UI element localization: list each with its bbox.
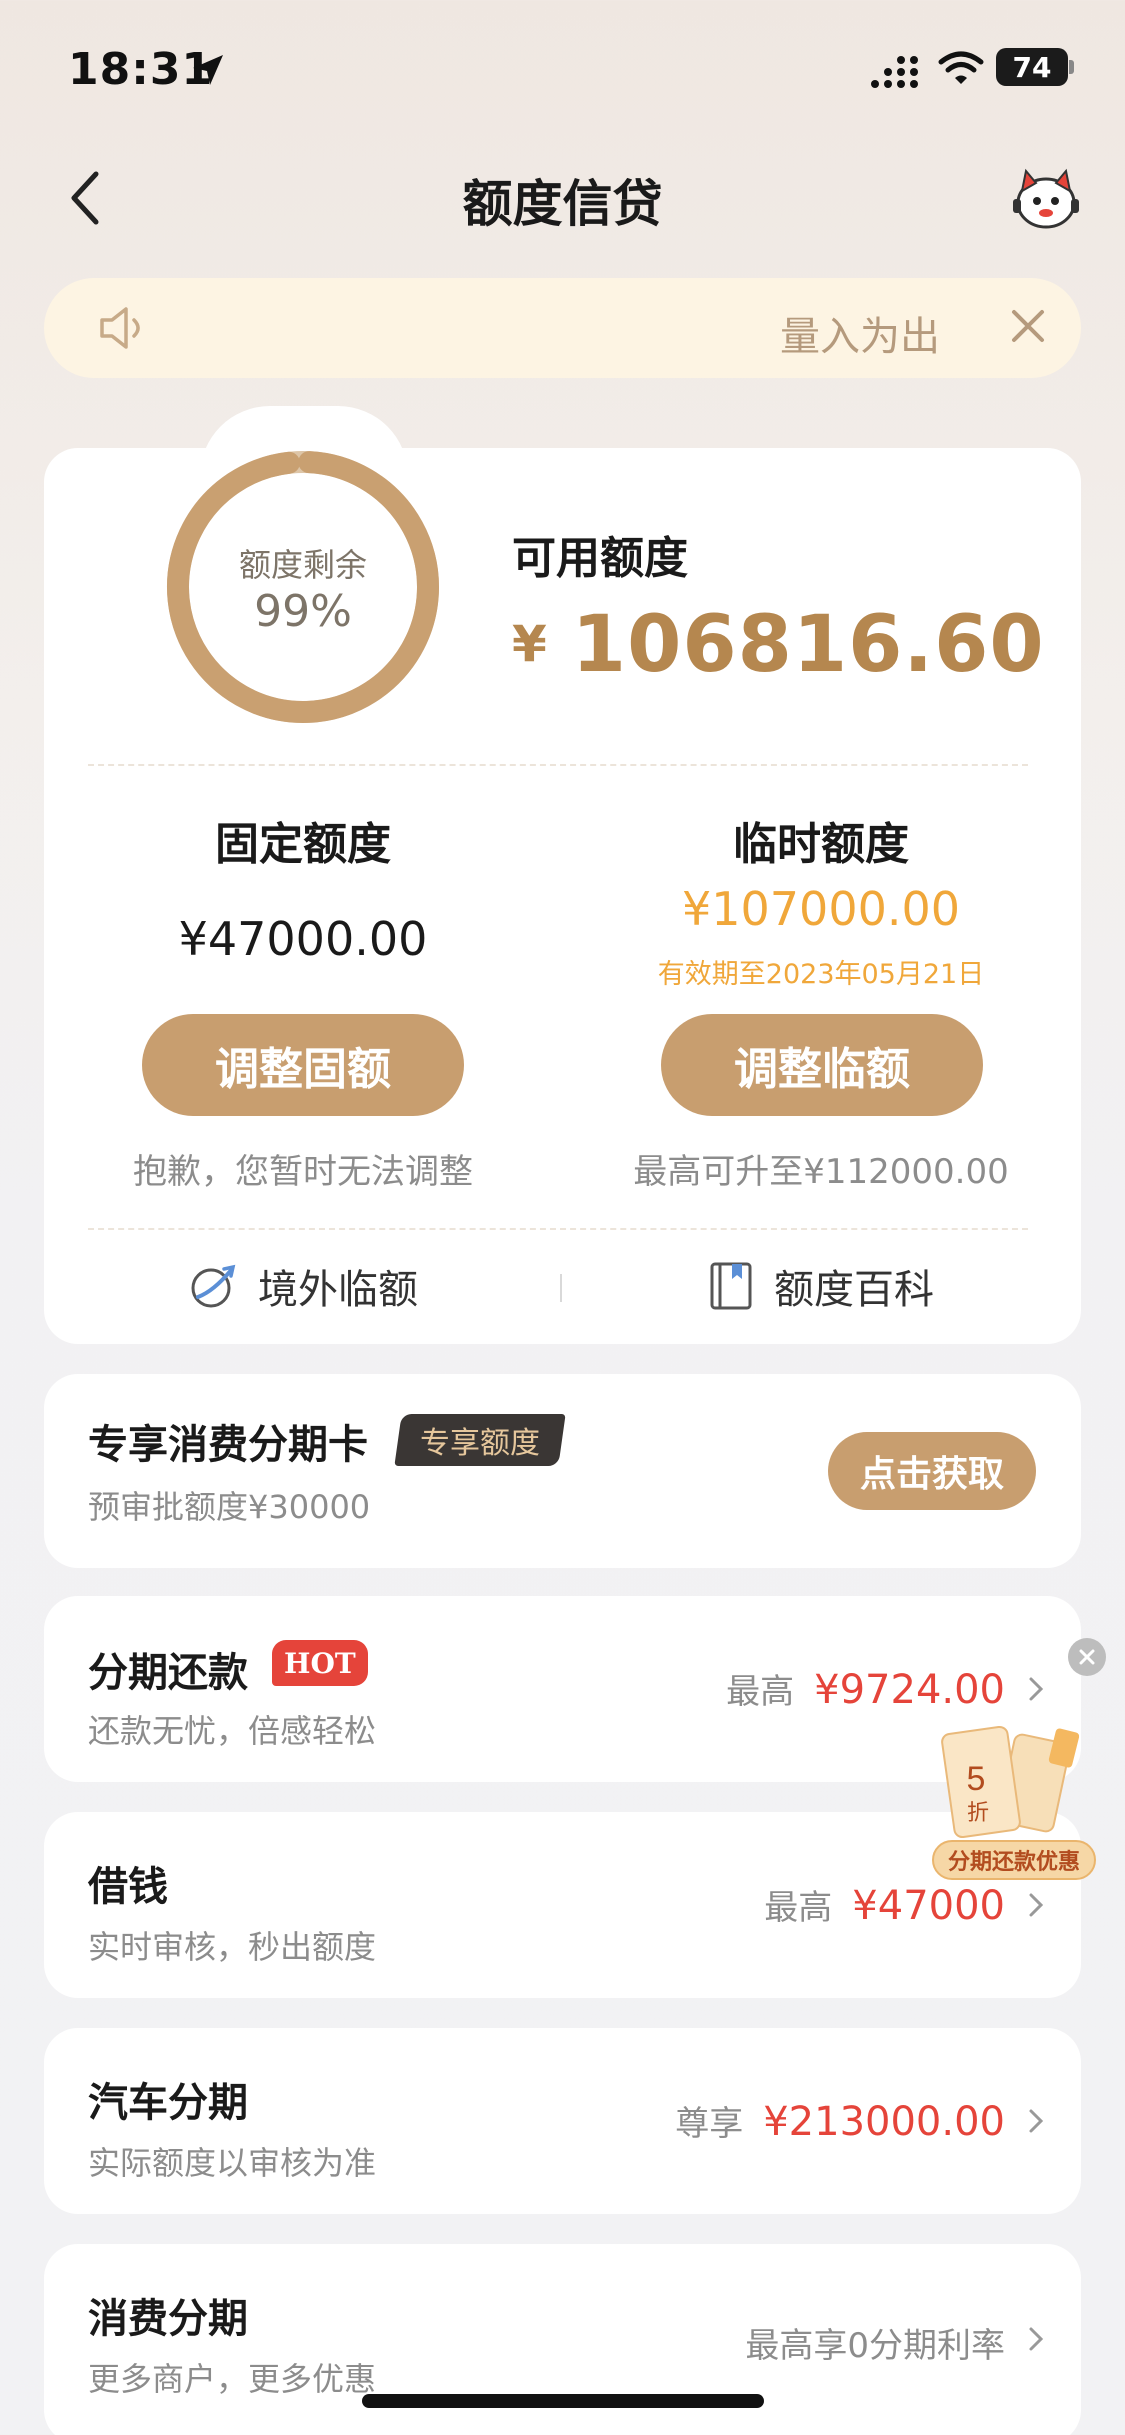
discount-coupon-icon[interactable]: 5 折: [936, 1724, 1086, 1844]
close-icon: [1079, 1649, 1095, 1665]
credit-wiki-link[interactable]: 额度百科: [708, 1256, 934, 1316]
temp-credit-note: 最高可升至¥112000.00: [633, 1152, 1009, 1192]
home-indicator: [362, 2394, 764, 2408]
notice-text: 量入为出: [780, 314, 940, 360]
divider: [88, 764, 1028, 766]
list-item-title: 借钱: [88, 1864, 168, 1910]
list-item-subtitle: 还款无忧，倍感轻松: [88, 1712, 377, 1750]
customer-service-mascot-icon[interactable]: [1010, 165, 1082, 231]
location-arrow-icon: [193, 55, 223, 85]
temp-credit-title: 临时额度: [733, 819, 909, 870]
installment-card-subtitle: 预审批额度¥30000: [88, 1488, 371, 1526]
temp-credit-validity: 有效期至2023年05月21日: [657, 959, 985, 990]
battery-indicator: 74: [996, 48, 1068, 86]
book-icon: [710, 1262, 752, 1310]
remaining-label: 额度剩余: [238, 546, 367, 584]
list-item-subtitle: 实际额度以审核为准: [88, 2144, 377, 2182]
list-item-prefix: 最高享0分期利率: [745, 2326, 1005, 2366]
chevron-right-icon: [1029, 2327, 1044, 2351]
list-item-value-group: 最高享0分期利率: [745, 2318, 1005, 2367]
currency-symbol: ¥: [512, 615, 548, 673]
fixed-credit-amount: ¥47000.00: [178, 912, 428, 966]
cellular-signal-icon: [871, 56, 918, 88]
globe-plane-icon: [191, 1264, 236, 1308]
list-item-value: ¥213000.00: [763, 2099, 1005, 2145]
list-item-value-group: 尊享 ¥213000.00: [675, 2096, 1005, 2145]
list-item-subtitle: 更多商户，更多优惠: [88, 2360, 377, 2398]
list-item-prefix: 尊享: [675, 2104, 744, 2144]
list-item-title: 分期还款: [88, 1650, 248, 1696]
temp-credit-amount: ¥107000.00: [681, 882, 961, 936]
available-credit-label: 可用额度: [512, 533, 688, 584]
hot-badge: HOT: [272, 1640, 368, 1686]
fixed-credit-note: 抱歉，您暂时无法调整: [133, 1152, 473, 1192]
chevron-right-icon: [1029, 2109, 1044, 2133]
page-title: 额度信贷: [462, 175, 663, 233]
divider: [88, 1228, 1028, 1230]
list-item-prefix: 最高: [726, 1672, 795, 1712]
list-item-title: 消费分期: [88, 2296, 248, 2342]
list-item-value: ¥47000: [852, 1883, 1005, 1929]
list-item-title: 汽车分期: [88, 2080, 248, 2126]
list-item-value-group: 最高 ¥9724.00: [726, 1664, 1005, 1713]
exclusive-credit-badge: 专享额度: [394, 1414, 566, 1466]
discount-unit: 折: [967, 1801, 989, 1826]
list-item-value-group: 最高 ¥47000: [764, 1880, 1005, 1929]
installment-card-title: 专享消费分期卡: [88, 1422, 368, 1468]
overseas-label: 境外临额: [258, 1267, 418, 1313]
list-item-subtitle: 实时审核，秒出额度: [88, 1928, 377, 1966]
speaker-icon: [100, 307, 140, 349]
remaining-percent: 99%: [254, 586, 352, 637]
battery-tip: [1069, 60, 1074, 74]
vertical-divider: [560, 1274, 562, 1302]
chevron-right-icon: [1029, 1893, 1044, 1917]
overseas-temp-credit-link[interactable]: 境外临额: [188, 1256, 418, 1316]
list-item-value: ¥9724.00: [814, 1667, 1005, 1713]
close-icon[interactable]: [1006, 304, 1050, 348]
chevron-right-icon: [1029, 1677, 1044, 1701]
wifi-icon: [938, 51, 984, 84]
promo-label[interactable]: 分期还款优惠: [932, 1840, 1096, 1880]
adjust-temp-button[interactable]: 调整临额: [661, 1014, 983, 1116]
available-credit-amount: ¥106816.60: [512, 600, 1045, 690]
list-item-prefix: 最高: [764, 1888, 833, 1928]
close-promo-button[interactable]: [1068, 1638, 1106, 1676]
discount-number: 5: [967, 1760, 986, 1798]
adjust-fixed-button[interactable]: 调整固额: [142, 1014, 464, 1116]
get-card-button[interactable]: 点击获取: [828, 1432, 1036, 1510]
fixed-credit-title: 固定额度: [215, 819, 391, 870]
available-amount-value: 106816.60: [571, 600, 1045, 690]
wiki-label: 额度百科: [774, 1267, 934, 1313]
